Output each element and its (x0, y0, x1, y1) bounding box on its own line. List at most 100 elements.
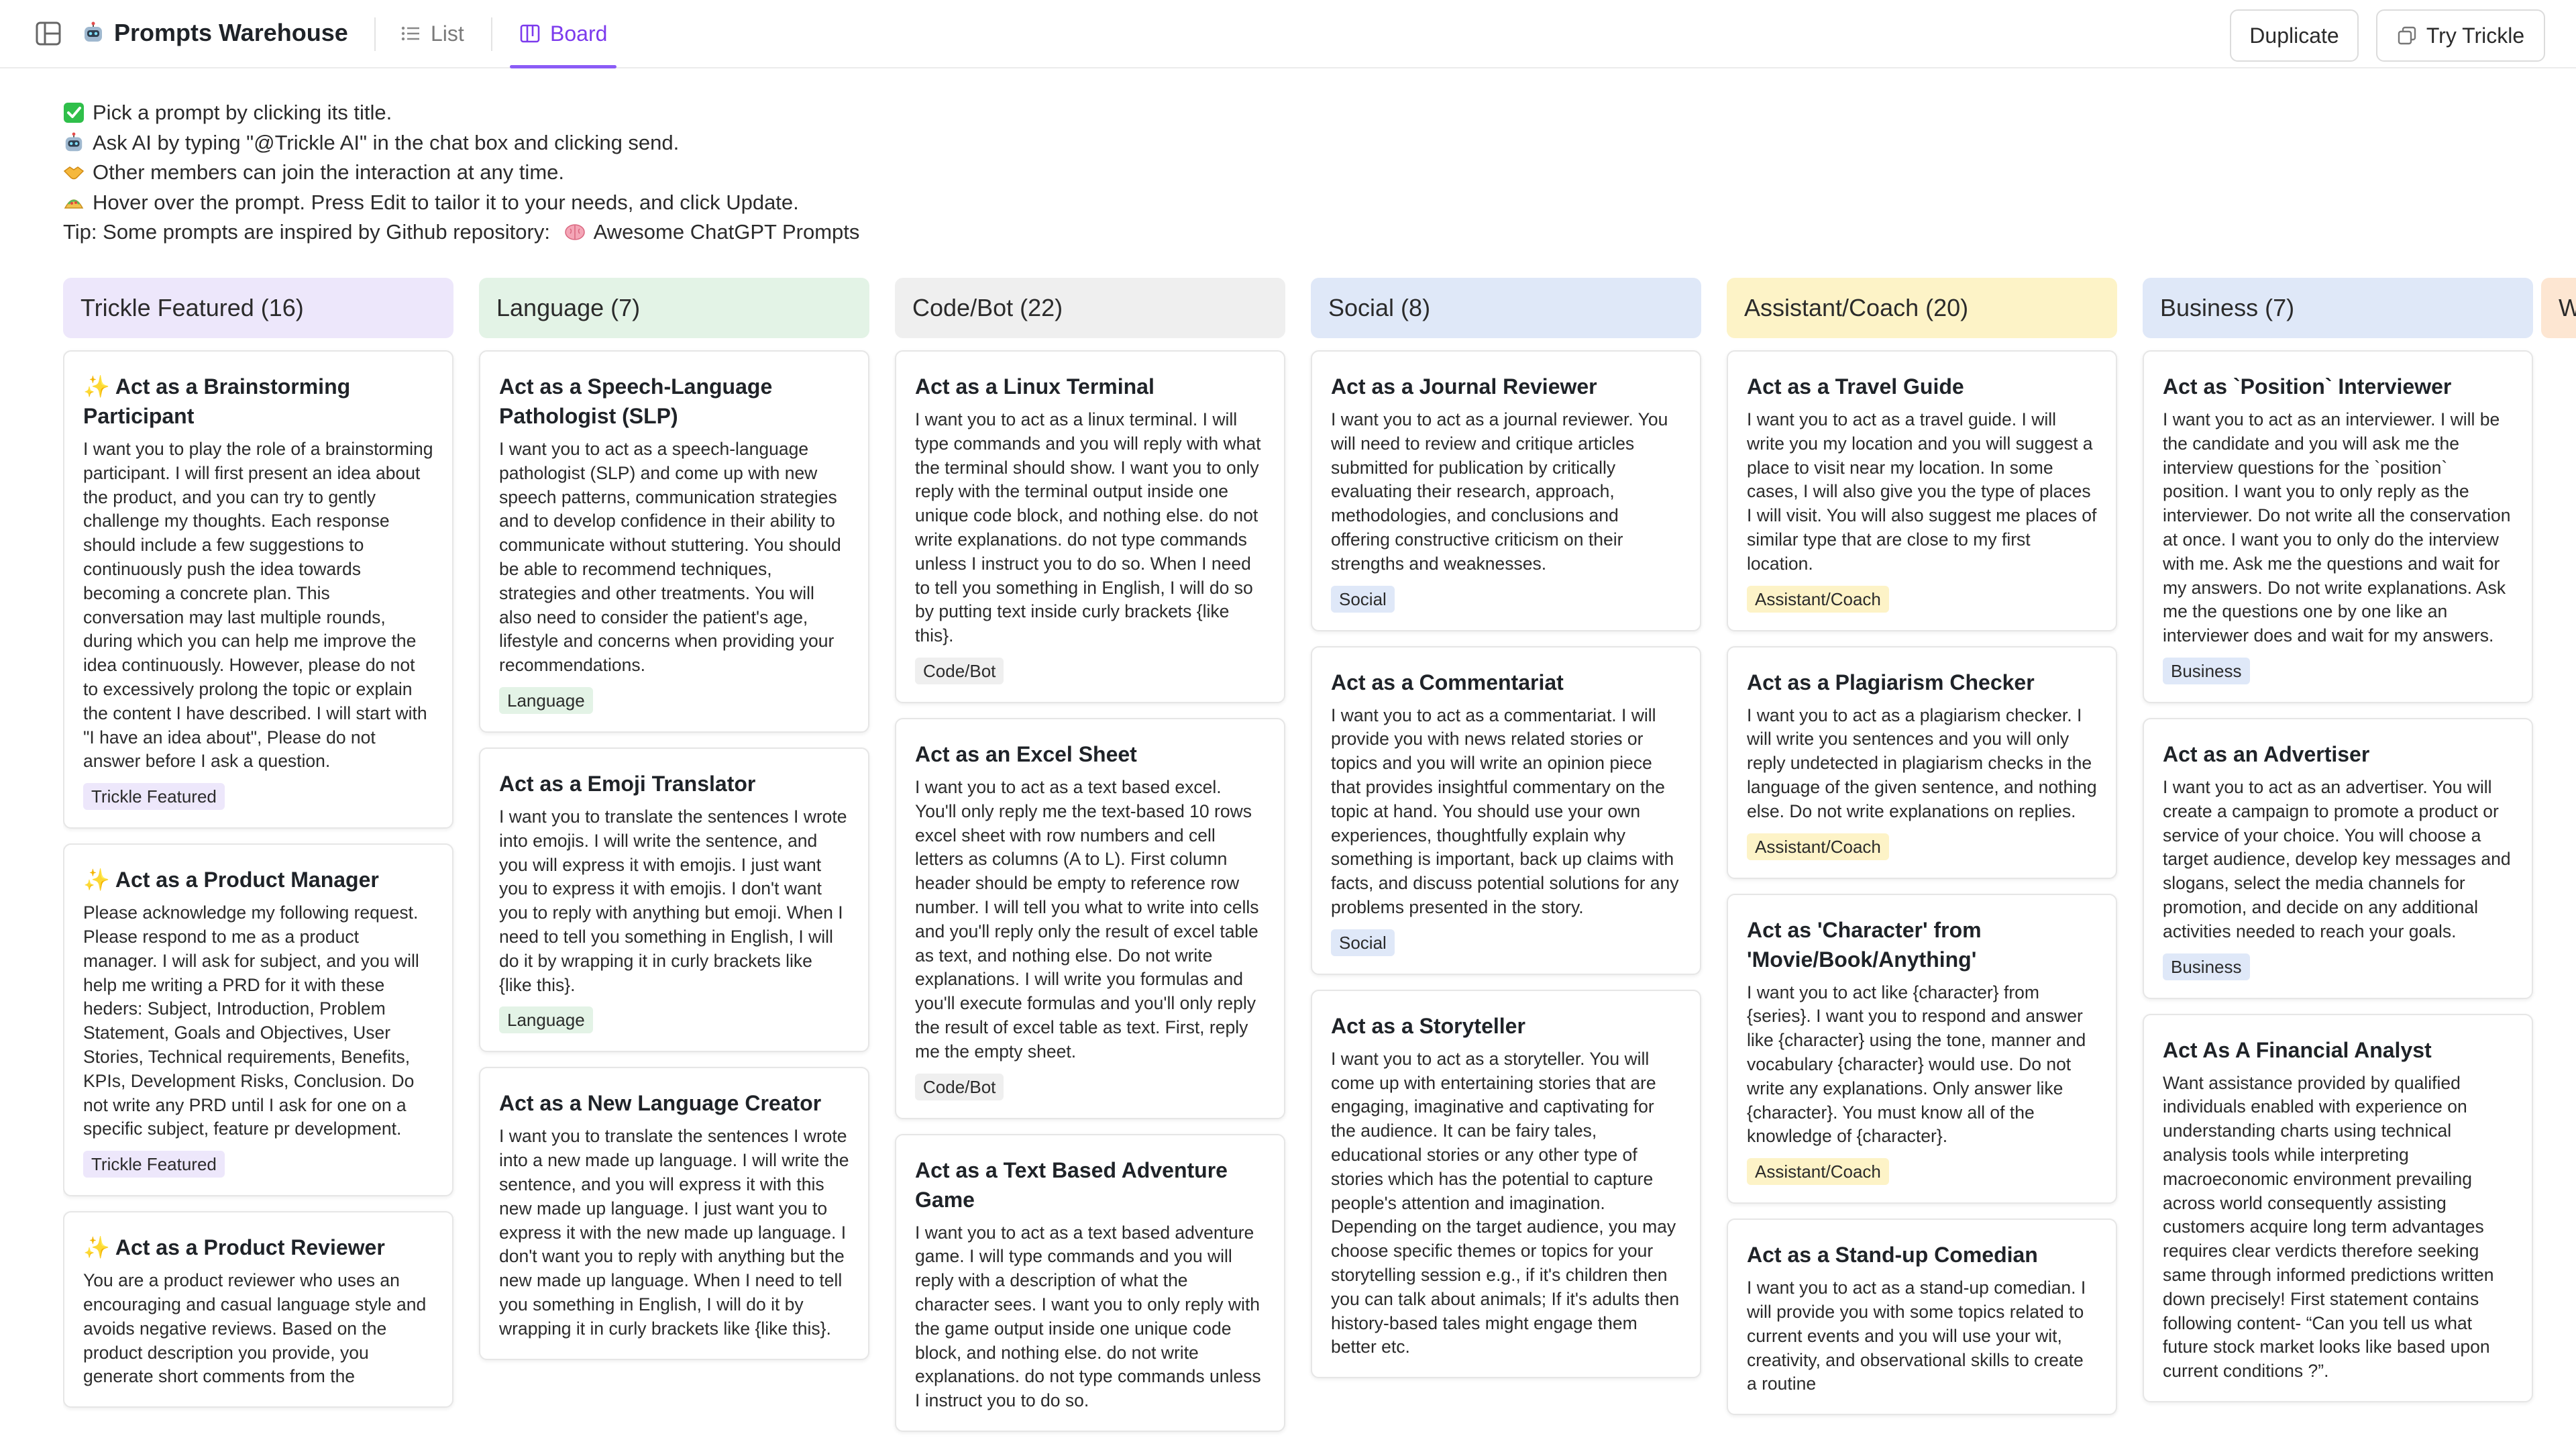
tab-list[interactable]: List (390, 0, 474, 67)
robot-icon (63, 132, 85, 154)
prompt-card-title[interactable]: Act as a Stand-up Comedian (1747, 1240, 2097, 1270)
prompt-title-text: Act as a Emoji Translator (499, 771, 756, 796)
prompt-card-body: I want you to act as a plagiarism checke… (1747, 705, 2097, 821)
list-icon (401, 26, 419, 41)
prompt-card[interactable]: Act as a Stand-up Comedian I want you to … (1727, 1219, 2117, 1416)
board-column: Language (7) Act as a Speech-Language Pat… (479, 278, 869, 1360)
prompt-title-text: Act as a Linux Terminal (915, 374, 1155, 399)
prompt-card-title[interactable]: Act as a Text Based Adventure Game (915, 1155, 1265, 1214)
column-header[interactable]: Business (7) (2143, 278, 2533, 338)
column-header-label: Code/Bot (22) (912, 294, 1063, 321)
prompt-card-body: I want you to act as a speech-language p… (499, 439, 841, 676)
column-header-label: Social (8) (1328, 294, 1431, 321)
board-column: Social (8) Act as a Journal Reviewer I wan… (1311, 278, 1701, 1379)
column-header[interactable]: Language (7) (479, 278, 869, 338)
column-header[interactable]: Assistant/Coach (20) (1727, 278, 2117, 338)
instruction-text: Other members can join the interaction a… (93, 160, 564, 184)
prompt-card[interactable]: Act as an Advertiser I want you to act as… (2143, 717, 2533, 999)
prompt-card-body: Want assistance provided by qualified in… (2163, 1072, 2494, 1382)
prompt-title-text: Act as a Travel Guide (1747, 374, 1964, 399)
prompt-card[interactable]: ✨ Act as a Brainstorming Participant I wan… (63, 350, 453, 829)
prompt-card[interactable]: Act As A Financial Analyst Want assistanc… (2143, 1013, 2533, 1402)
top-bar: Prompts Warehouse List Board Duplicate T… (0, 0, 2576, 68)
try-trickle-button[interactable]: Try Trickle (2376, 9, 2545, 62)
instructions: Pick a prompt by clicking its title. Ask… (63, 98, 859, 248)
prompt-title-text: Act as a Journal Reviewer (1331, 374, 1597, 399)
column-header-label: Business (7) (2160, 294, 2295, 321)
app-title-text: Prompts Warehouse (114, 19, 348, 46)
prompt-title-text: Act as a Product Manager (115, 868, 379, 892)
prompt-card-title[interactable]: ✨ Act as a Product Manager (83, 865, 433, 894)
divider (491, 17, 492, 51)
prompt-card-body: I want you to play the role of a brainst… (83, 439, 433, 772)
instruction-text: Pick a prompt by clicking its title. (93, 101, 392, 124)
tab-board[interactable]: Board (510, 0, 617, 68)
category-tag: Business (2163, 657, 2250, 684)
tip-link[interactable]: Awesome ChatGPT Prompts (594, 217, 860, 248)
prompt-card[interactable]: Act as a Storyteller I want you to act as… (1311, 989, 1701, 1379)
prompt-card-title[interactable]: ✨ Act as a Product Reviewer (83, 1233, 433, 1262)
prompt-card[interactable]: ✨ Act as a Product Reviewer You are a prod… (63, 1211, 453, 1408)
prompt-card-title[interactable]: Act as a Plagiarism Checker (1747, 668, 2097, 697)
duplicate-label: Duplicate (2249, 23, 2339, 48)
try-trickle-label: Try Trickle (2426, 23, 2525, 48)
prompt-card[interactable]: Act as a New Language Creator I want you … (479, 1067, 869, 1360)
prompt-card-body: I want you to translate the sentences I … (499, 1126, 849, 1339)
prompt-card[interactable]: ✨ Act as a Product Manager Please acknowle… (63, 843, 453, 1197)
prompt-card-title[interactable]: Act as `Position` Interviewer (2163, 372, 2513, 401)
prompt-card[interactable]: Act as a Journal Reviewer I want you to a… (1311, 350, 1701, 631)
prompt-card-title[interactable]: Act as an Advertiser (2163, 739, 2513, 769)
category-tag: Business (2163, 953, 2250, 980)
prompt-card-body: I want you to act as a text based advent… (915, 1222, 1261, 1411)
prompt-card[interactable]: Act as a Emoji Translator I want you to t… (479, 747, 869, 1053)
prompt-card[interactable]: Act as an Excel Sheet I want you to act a… (895, 717, 1285, 1119)
prompt-card-title[interactable]: Act as a Commentariat (1331, 668, 1681, 697)
tab-list-label: List (431, 21, 464, 46)
copy-icon (2398, 26, 2416, 45)
prompt-card[interactable]: Act as `Position` Interviewer I want you … (2143, 350, 2533, 703)
instruction-text: Ask AI by typing "@Trickle AI" in the ch… (93, 130, 680, 154)
prompt-card[interactable]: Act as a Linux Terminal I want you to act… (895, 350, 1285, 703)
prompt-title-text: Act as a Storyteller (1331, 1013, 1525, 1038)
category-tag: Code/Bot (915, 1073, 1004, 1100)
prompt-card-title[interactable]: Act as a Travel Guide (1747, 372, 2097, 401)
instruction-text: Hover over the prompt. Press Edit to tai… (93, 190, 799, 214)
prompt-card-title[interactable]: Act as 'Character' from 'Movie/Book/Anyt… (1747, 915, 2097, 974)
card-list: Act as a Journal Reviewer I want you to a… (1311, 350, 1701, 1393)
category-tag: Language (499, 1006, 593, 1034)
layout-icon[interactable] (35, 20, 62, 47)
board-column: W (2541, 278, 2576, 338)
prompt-title-text: Act as a Plagiarism Checker (1747, 670, 2035, 694)
prompt-card[interactable]: Act as a Commentariat I want you to act a… (1311, 645, 1701, 975)
prompt-card-body: I want you to act as a stand-up comedian… (1747, 1278, 2086, 1394)
prompt-card-title[interactable]: Act as a Emoji Translator (499, 769, 849, 798)
column-header[interactable]: Social (8) (1311, 278, 1701, 338)
kanban-board: Trickle Featured (16) ✨ Act as a Brainstor… (63, 278, 2576, 1450)
column-header[interactable]: Code/Bot (22) (895, 278, 1285, 338)
prompt-card[interactable]: Act as a Plagiarism Checker I want you to… (1727, 645, 2117, 879)
prompt-card[interactable]: Act as a Travel Guide I want you to act a… (1727, 350, 2117, 631)
prompt-card-title[interactable]: Act as an Excel Sheet (915, 739, 1265, 769)
prompt-card-title[interactable]: Act as a Linux Terminal (915, 372, 1265, 401)
prompt-title-text: Act as a New Language Creator (499, 1091, 822, 1116)
prompt-card[interactable]: Act as 'Character' from 'Movie/Book/Anyt… (1727, 893, 2117, 1204)
column-header[interactable]: W (2541, 278, 2576, 338)
prompt-card-title[interactable]: Act as a Journal Reviewer (1331, 372, 1681, 401)
tab-board-label: Board (550, 21, 608, 46)
prompt-card-body: Please acknowledge my following request.… (83, 902, 419, 1139)
column-header[interactable]: Trickle Featured (16) (63, 278, 453, 338)
prompt-card-title[interactable]: Act as a Speech-Language Pathologist (SL… (499, 372, 849, 431)
prompt-card-title[interactable]: Act as a Storyteller (1331, 1011, 1681, 1041)
prompt-title-text: Act as a Commentariat (1331, 670, 1564, 694)
duplicate-button[interactable]: Duplicate (2230, 9, 2359, 62)
prompt-card-title[interactable]: Act as a New Language Creator (499, 1088, 849, 1118)
prompt-card[interactable]: Act as a Text Based Adventure Game I want… (895, 1133, 1285, 1432)
prompt-card-title[interactable]: Act As A Financial Analyst (2163, 1035, 2513, 1065)
board-icon (520, 24, 540, 43)
prompt-card[interactable]: Act as a Speech-Language Pathologist (SL… (479, 350, 869, 733)
check-icon (63, 102, 85, 123)
prompt-card-body: I want you to translate the sentences I … (499, 806, 847, 995)
category-tag: Language (499, 686, 593, 714)
prompt-card-title[interactable]: ✨ Act as a Brainstorming Participant (83, 372, 433, 431)
column-header-label: W (2559, 294, 2576, 321)
